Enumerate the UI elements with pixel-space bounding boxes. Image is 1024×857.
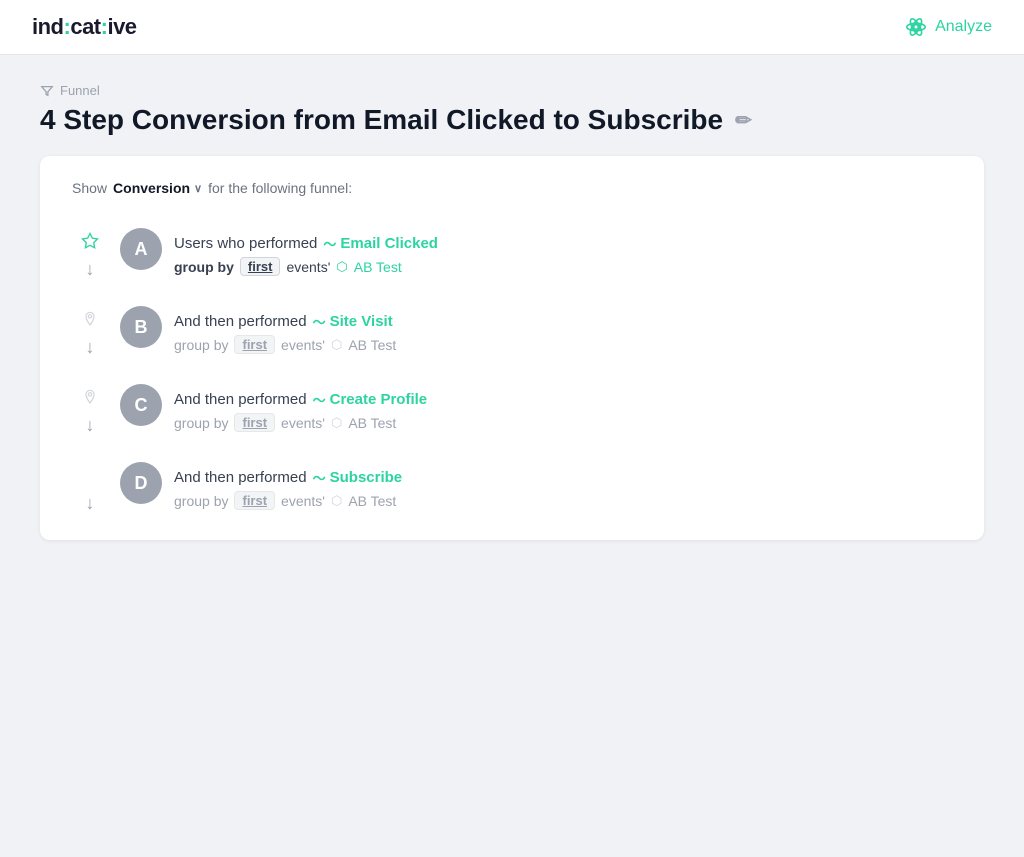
step-d-id: D	[135, 473, 148, 494]
breadcrumb: Funnel	[40, 83, 984, 98]
step-d-circle: D	[120, 462, 162, 504]
tag-icon-a: ⬡	[336, 259, 347, 275]
breadcrumb-label: Funnel	[60, 83, 100, 98]
app-logo: ind:cat:ive	[32, 14, 137, 40]
step-a-event: Email Clicked	[340, 235, 438, 252]
step-b-left: ↓	[72, 306, 108, 356]
wave-icon-c: 〜	[313, 390, 326, 409]
wave-icon-a: 〜	[323, 234, 336, 253]
spacer-b-c	[72, 360, 952, 376]
app-header: ind:cat:ive Analyze	[0, 0, 1024, 55]
star-icon[interactable]	[81, 230, 99, 252]
pin-icon-c[interactable]	[82, 386, 98, 408]
show-suffix: for the following funnel:	[208, 180, 352, 196]
step-b-ab-link[interactable]: AB Test	[348, 337, 396, 353]
step-row-a: ↓ A Users who performed 〜 Email Clicked …	[72, 220, 952, 282]
step-b-id: B	[135, 317, 148, 338]
step-c-event-link[interactable]: 〜 Create Profile	[313, 390, 428, 409]
step-d-ab-link[interactable]: AB Test	[348, 493, 396, 509]
step-b-first[interactable]: first	[234, 335, 275, 354]
page-title-text: 4 Step Conversion from Email Clicked to …	[40, 104, 723, 136]
step-a-first[interactable]: first	[240, 257, 281, 276]
step-d-prefix: And then performed	[174, 469, 307, 486]
analyze-button[interactable]: Analyze	[905, 16, 992, 38]
step-c-first[interactable]: first	[234, 413, 275, 432]
wave-icon-b: 〜	[313, 312, 326, 331]
funnel-card: Show Conversion ∨ for the following funn…	[40, 156, 984, 540]
step-b-events: events'	[281, 337, 325, 353]
show-prefix: Show	[72, 180, 107, 196]
step-b-event-link[interactable]: 〜 Site Visit	[313, 312, 393, 331]
tag-icon-c: ⬡	[331, 415, 342, 431]
analyze-icon	[905, 16, 927, 38]
step-d-left: ↓	[72, 462, 108, 512]
step-c-ab-link[interactable]: AB Test	[348, 415, 396, 431]
step-row-d: ↓ D And then performed 〜 Subscribe group…	[72, 454, 952, 516]
step-a-event-link[interactable]: 〜 Email Clicked	[323, 234, 438, 253]
logo-text-cat: cat	[70, 14, 100, 39]
tag-icon-d: ⬡	[331, 493, 342, 509]
step-d-body: And then performed 〜 Subscribe group by …	[174, 462, 952, 510]
step-b-circle: B	[120, 306, 162, 348]
analyze-label: Analyze	[935, 18, 992, 36]
funnel-steps: ↓ A Users who performed 〜 Email Clicked …	[72, 220, 952, 516]
step-c-events: events'	[281, 415, 325, 431]
step-c-event: Create Profile	[330, 391, 428, 408]
step-d-arrow: ↓	[86, 494, 95, 512]
step-a-left: ↓	[72, 228, 108, 278]
step-b-body: And then performed 〜 Site Visit group by…	[174, 306, 952, 354]
logo-text-ive: ive	[107, 14, 136, 39]
tag-icon-b: ⬡	[331, 337, 342, 353]
step-d-first[interactable]: first	[234, 491, 275, 510]
step-a-group: group by	[174, 259, 234, 275]
step-c-left: ↓	[72, 384, 108, 434]
funnel-icon	[40, 84, 54, 98]
step-a-body: Users who performed 〜 Email Clicked grou…	[174, 228, 952, 276]
wave-icon-d: 〜	[313, 468, 326, 487]
step-b-event: Site Visit	[330, 313, 393, 330]
step-c-prefix: And then performed	[174, 391, 307, 408]
metric-label: Conversion	[113, 180, 190, 196]
step-d-line1: And then performed 〜 Subscribe	[174, 468, 952, 487]
step-a-arrow: ↓	[86, 260, 95, 278]
step-c-id: C	[135, 395, 148, 416]
page-title: 4 Step Conversion from Email Clicked to …	[40, 104, 984, 136]
spacer-a-b	[72, 282, 952, 298]
spacer-c-d	[72, 438, 952, 454]
step-c-body: And then performed 〜 Create Profile grou…	[174, 384, 952, 432]
step-b-prefix: And then performed	[174, 313, 307, 330]
step-a-events: events'	[286, 259, 330, 275]
step-c-arrow: ↓	[86, 416, 95, 434]
step-a-ab-link[interactable]: AB Test	[354, 259, 402, 275]
step-c-group: group by	[174, 415, 228, 431]
pin-icon-b[interactable]	[82, 308, 98, 330]
show-bar: Show Conversion ∨ for the following funn…	[72, 180, 952, 196]
metric-select[interactable]: Conversion ∨	[113, 180, 202, 196]
step-a-line2: group by first events' ⬡ AB Test	[174, 257, 952, 276]
chevron-down-icon: ∨	[194, 182, 202, 195]
step-b-group: group by	[174, 337, 228, 353]
step-d-event-link[interactable]: 〜 Subscribe	[313, 468, 403, 487]
step-a-id: A	[135, 239, 148, 260]
step-b-line2: group by first events' ⬡ AB Test	[174, 335, 952, 354]
step-c-line1: And then performed 〜 Create Profile	[174, 390, 952, 409]
step-d-line2: group by first events' ⬡ AB Test	[174, 491, 952, 510]
step-a-circle: A	[120, 228, 162, 270]
step-row-c: ↓ C And then performed 〜 Create Profile …	[72, 376, 952, 438]
step-b-line1: And then performed 〜 Site Visit	[174, 312, 952, 331]
main-content: Funnel 4 Step Conversion from Email Clic…	[0, 55, 1024, 857]
step-d-events: events'	[281, 493, 325, 509]
step-d-group: group by	[174, 493, 228, 509]
step-c-circle: C	[120, 384, 162, 426]
logo-text-ind: ind	[32, 14, 64, 39]
step-b-arrow: ↓	[86, 338, 95, 356]
step-a-prefix: Users who performed	[174, 235, 317, 252]
step-d-event: Subscribe	[330, 469, 403, 486]
step-a-line1: Users who performed 〜 Email Clicked	[174, 234, 952, 253]
step-row-b: ↓ B And then performed 〜 Site Visit grou…	[72, 298, 952, 360]
step-c-line2: group by first events' ⬡ AB Test	[174, 413, 952, 432]
edit-icon[interactable]: ✏	[735, 108, 752, 133]
